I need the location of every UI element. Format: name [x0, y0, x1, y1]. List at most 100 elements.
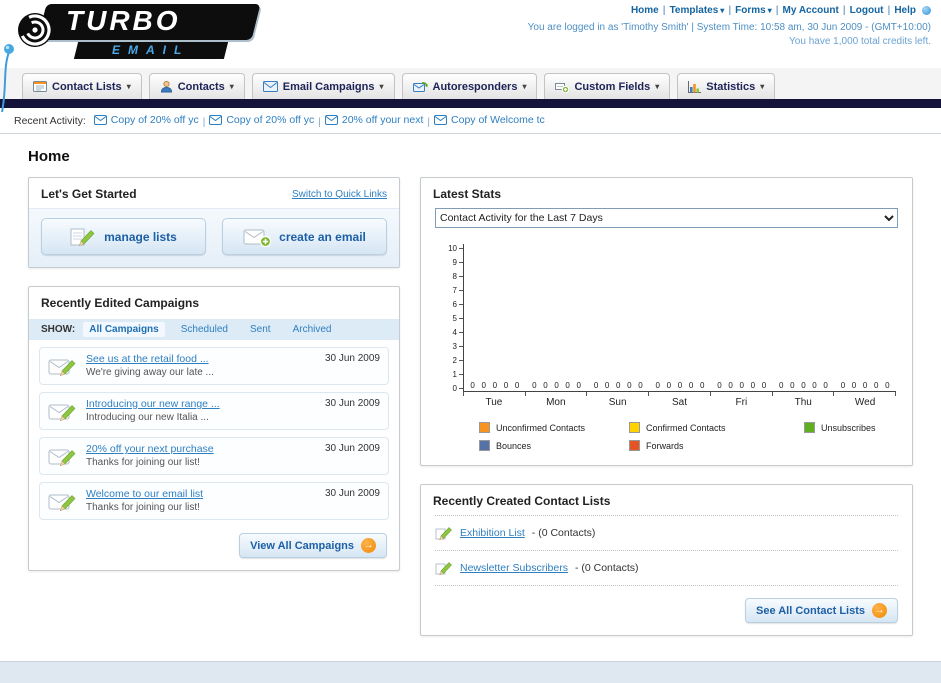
nav-link-templates[interactable]: Templates ▾ [670, 5, 725, 16]
tab-statistics[interactable]: Statistics ▾ [677, 73, 776, 99]
tab-contact-lists[interactable]: Contact Lists ▾ [22, 73, 142, 99]
manage-lists-icon [70, 226, 96, 248]
nav-link-my-account[interactable]: My Account [783, 5, 839, 16]
filter-all-campaigns[interactable]: All Campaigns [83, 322, 165, 337]
view-all-campaigns-button[interactable]: View All Campaigns → [239, 533, 387, 558]
autoresponders-icon [412, 81, 428, 93]
recent-contact-lists-title: Recently Created Contact Lists [433, 494, 611, 508]
create-email-button[interactable]: create an email [222, 218, 387, 255]
arrow-right-icon: → [361, 538, 376, 553]
caret-down-icon: ▾ [229, 82, 234, 91]
legend-swatch [804, 422, 815, 433]
page-title: Home [28, 148, 70, 165]
campaign-row[interactable]: 20% off your next purchase Thanks for joi… [39, 437, 389, 475]
contact-list-link[interactable]: Newsletter Subscribers [460, 562, 568, 574]
activity-item[interactable]: Copy of Welcome tc [434, 114, 545, 126]
bar-column: 0 [852, 381, 857, 391]
decorative-antenna-icon [0, 42, 16, 119]
bar-value-label: 0 [616, 381, 621, 390]
tab-label: Contact Lists [52, 80, 122, 93]
bar-column: 0 [840, 381, 845, 391]
filter-scheduled[interactable]: Scheduled [175, 322, 234, 337]
campaign-title-link[interactable]: 20% off your next purchase [86, 443, 317, 455]
campaign-row[interactable]: Introducing our new range ... Introducing… [39, 392, 389, 430]
activity-item[interactable]: Copy of 20% off yc [93, 113, 199, 126]
y-tick-label: 4 [452, 327, 457, 337]
legend-item: Forwards [629, 440, 804, 451]
caret-down-icon: ▾ [522, 82, 527, 91]
nav-link-help[interactable]: Help [894, 5, 916, 16]
campaign-title-link[interactable]: Welcome to our email list [86, 488, 317, 500]
contact-list-detail: - (0 Contacts) [574, 562, 639, 574]
campaign-row[interactable]: Welcome to our email list Thanks for join… [39, 482, 389, 520]
stats-range-select[interactable]: Contact Activity for the Last 7 Days [435, 208, 898, 228]
nav-link-logout[interactable]: Logout [850, 5, 884, 16]
footer-band [0, 661, 941, 683]
tab-email-campaigns[interactable]: Email Campaigns ▾ [251, 73, 395, 99]
chart-x-ticks [463, 392, 897, 396]
bar-value-label: 0 [874, 381, 879, 390]
login-info: You are logged in as 'Timothy Smith' | S… [527, 22, 931, 33]
y-tick-label: 5 [452, 313, 457, 323]
bar-column: 0 [677, 381, 682, 391]
manage-lists-button[interactable]: manage lists [41, 218, 206, 255]
nav-link-label: Forms [735, 5, 766, 16]
top-bar: TURBO EMAIL Home | Templates ▾ | Forms ▾ | My Ac… [0, 0, 941, 68]
bar-column: 0 [543, 381, 548, 391]
activity-item[interactable]: Copy of 20% off yc [209, 114, 314, 126]
activity-item-label: Copy of Welcome tc [451, 113, 545, 126]
chart-legend: Unconfirmed Contacts Confirmed Contacts Un… [479, 422, 896, 465]
activity-item-label: Copy of 20% off yc [110, 113, 199, 126]
contact-list-row: Exhibition List - (0 Contacts) [435, 515, 898, 551]
statistics-icon [688, 80, 702, 93]
legend-swatch [629, 422, 640, 433]
bar-value-label: 0 [840, 381, 846, 390]
bar-value-label: 0 [750, 381, 756, 390]
x-tick [649, 392, 711, 396]
bar-column: 0 [717, 381, 722, 391]
logo-swirl-icon [12, 7, 58, 58]
caret-down-icon: ▾ [767, 6, 772, 15]
activity-item[interactable]: 20% off your next [324, 113, 424, 126]
nav-link-home[interactable]: Home [631, 5, 659, 16]
bar-group: 00000 [711, 381, 773, 391]
bar-column: 0 [666, 381, 671, 391]
switch-quick-links-link[interactable]: Switch to Quick Links [292, 189, 387, 200]
logo-text: TURBO [66, 5, 181, 36]
activity-item-label: 20% off your next [341, 113, 424, 126]
bar-column: 0 [863, 381, 868, 391]
show-label: SHOW: [41, 324, 76, 335]
bar-value-label: 0 [638, 381, 643, 390]
campaign-date: 30 Jun 2009 [324, 398, 380, 409]
nav-link-label: My Account [782, 5, 839, 16]
filter-archived[interactable]: Archived [287, 322, 338, 337]
activity-item-label: Copy of 20% off yc [226, 113, 315, 126]
activity-chart: 10 9 8 7 6 5 4 3 2 1 0 000000000000000000000000000… [421, 228, 912, 465]
caret-down-icon: ▾ [760, 82, 765, 91]
tab-custom-fields[interactable]: Custom Fields ▾ [544, 73, 671, 99]
chart-plot-area: 00000000000000000000000000000000000 [463, 244, 896, 392]
y-tick: 1 [437, 370, 463, 379]
decorative-dot [922, 6, 931, 15]
tab-autoresponders[interactable]: Autoresponders ▾ [401, 73, 538, 99]
bar-value-label: 0 [576, 381, 581, 390]
contact-list-link[interactable]: Exhibition List [460, 527, 525, 539]
x-axis-label: Mon [546, 397, 566, 408]
nav-link-forms[interactable]: Forms ▾ [735, 5, 772, 16]
legend-label: Unconfirmed Contacts [496, 422, 586, 433]
arrow-right-icon: → [872, 603, 887, 618]
bar-value-label: 0 [688, 381, 694, 390]
pencil-icon [435, 525, 453, 541]
campaign-title-link[interactable]: See us at the retail food ... [86, 353, 317, 365]
see-all-contact-lists-button[interactable]: See All Contact Lists → [744, 598, 898, 623]
bar-column: 0 [812, 381, 817, 391]
campaign-row[interactable]: See us at the retail food ... We're givin… [39, 347, 389, 385]
campaign-title-link[interactable]: Introducing our new range ... [86, 398, 317, 410]
bar-column: 0 [728, 381, 733, 391]
legend-label: Confirmed Contacts [646, 422, 726, 433]
tab-label: Autoresponders [432, 80, 518, 93]
filter-sent[interactable]: Sent [244, 322, 277, 337]
x-axis-label: Tue [485, 397, 503, 408]
tab-contacts[interactable]: Contacts ▾ [148, 73, 245, 99]
contacts-icon [160, 80, 173, 93]
